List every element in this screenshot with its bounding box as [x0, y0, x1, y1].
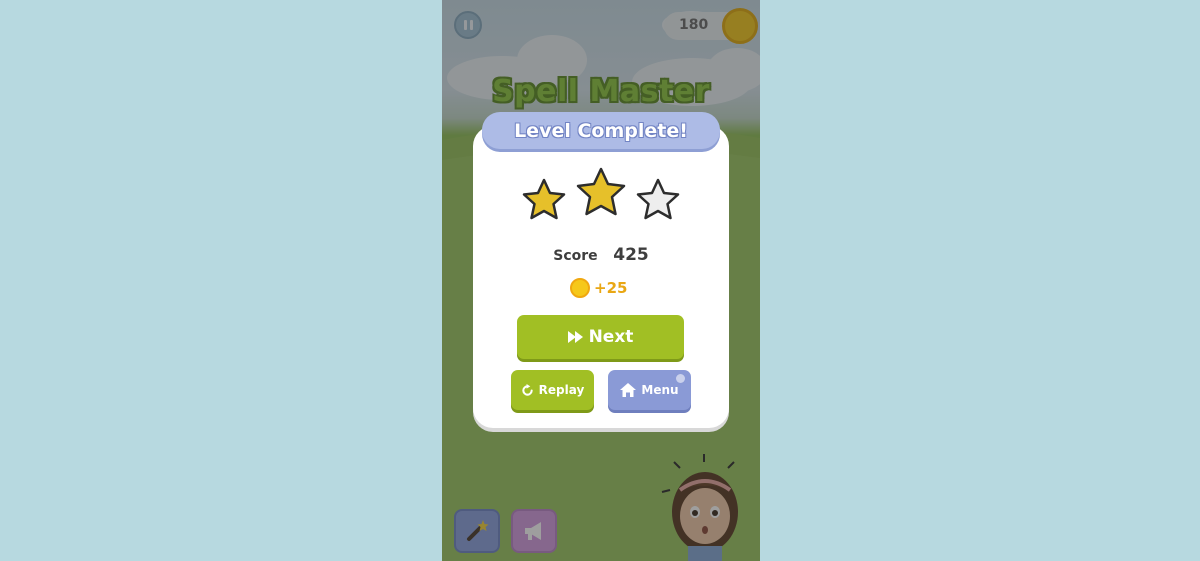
coin-reward: +25	[570, 276, 627, 300]
next-button[interactable]: Next	[517, 315, 684, 359]
coin-icon	[570, 278, 590, 298]
fast-forward-icon	[567, 331, 584, 343]
home-icon	[620, 383, 637, 397]
button-shine	[676, 374, 685, 383]
star-3-empty-icon	[636, 178, 680, 220]
dialog-banner: Level Complete!	[482, 112, 720, 149]
score-label: Score	[553, 248, 598, 264]
score-value: 425	[613, 245, 649, 265]
next-button-label: Next	[588, 327, 634, 347]
star-2-filled-icon	[576, 167, 626, 216]
coin-reward-amount: +25	[594, 279, 628, 297]
replay-icon	[521, 383, 534, 397]
replay-button-label: Replay	[538, 383, 585, 397]
dialog-title: Level Complete!	[514, 119, 688, 142]
level-complete-dialog-layer: Level Complete! Score 425 +25 Next Repla…	[442, 0, 760, 561]
replay-button[interactable]: Replay	[511, 370, 594, 410]
menu-button[interactable]: Menu	[608, 370, 691, 410]
menu-button-label: Menu	[641, 383, 679, 397]
score-row: Score 425	[442, 245, 760, 265]
star-1-filled-icon	[522, 178, 566, 220]
